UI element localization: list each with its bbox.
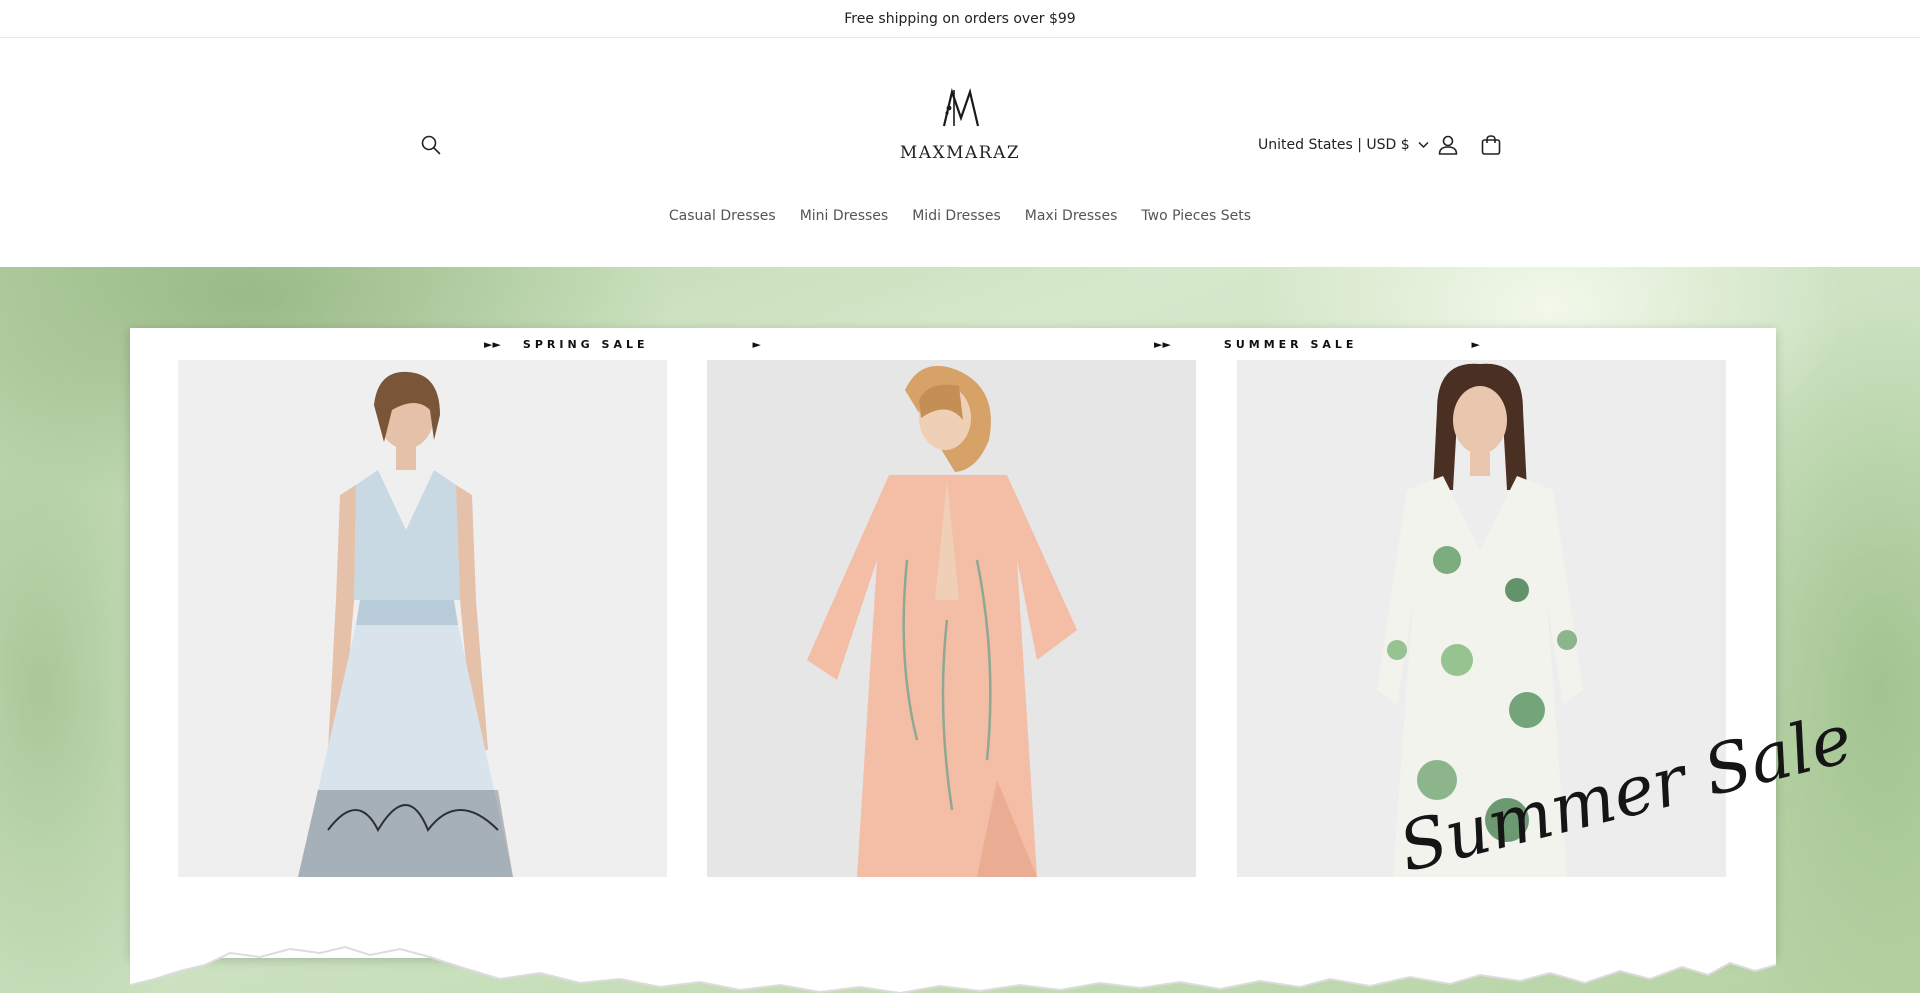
announcement-text: Free shipping on orders over $99	[844, 10, 1076, 27]
account-button[interactable]	[1430, 127, 1466, 163]
nav-item-maxi-dresses[interactable]: Maxi Dresses	[1025, 208, 1118, 224]
announcement-bar: Free shipping on orders over $99	[0, 0, 1920, 38]
brand-logo[interactable]: MAXMARAZ	[888, 86, 1032, 176]
dress-photo-peach[interactable]	[707, 360, 1196, 877]
spring-sale-strip: ►► SPRING SALE ►	[484, 337, 761, 351]
double-arrow-icon: ►►	[1154, 337, 1171, 351]
double-arrow-icon: ►►	[484, 337, 501, 351]
nav-item-mini-dresses[interactable]: Mini Dresses	[800, 208, 889, 224]
country-currency-selector[interactable]: United States | USD $	[1258, 127, 1429, 163]
main-navigation: Casual Dresses Mini Dresses Midi Dresses…	[0, 208, 1920, 224]
chevron-down-icon	[1418, 141, 1429, 149]
summer-sale-strip: ►► SUMMER SALE ►	[1154, 337, 1480, 351]
nav-item-two-pieces-sets[interactable]: Two Pieces Sets	[1141, 208, 1251, 224]
logo-text: MAXMARAZ	[899, 143, 1021, 163]
hero-banner[interactable]: ►► SPRING SALE ► ►► SUMMER SALE ► Summer…	[0, 267, 1920, 993]
cart-icon	[1481, 135, 1501, 155]
summer-sale-label: SUMMER SALE	[1223, 337, 1358, 351]
logo-monogram	[942, 88, 980, 127]
model-figure	[298, 371, 513, 877]
arrow-icon: ►	[752, 337, 761, 351]
site-header: MAXMARAZ United States | USD $ Casual Dr…	[0, 38, 1920, 267]
model-figure	[807, 365, 1077, 877]
search-icon	[421, 135, 441, 155]
search-button[interactable]	[413, 127, 449, 163]
country-label: United States | USD $	[1258, 137, 1410, 153]
nav-item-midi-dresses[interactable]: Midi Dresses	[912, 208, 1001, 224]
nav-item-casual-dresses[interactable]: Casual Dresses	[669, 208, 776, 224]
user-icon	[1438, 135, 1458, 155]
dress-photo-striped[interactable]	[178, 360, 667, 877]
spring-sale-label: SPRING SALE	[522, 337, 649, 351]
arrow-icon: ►	[1471, 337, 1480, 351]
cart-button[interactable]	[1473, 127, 1509, 163]
